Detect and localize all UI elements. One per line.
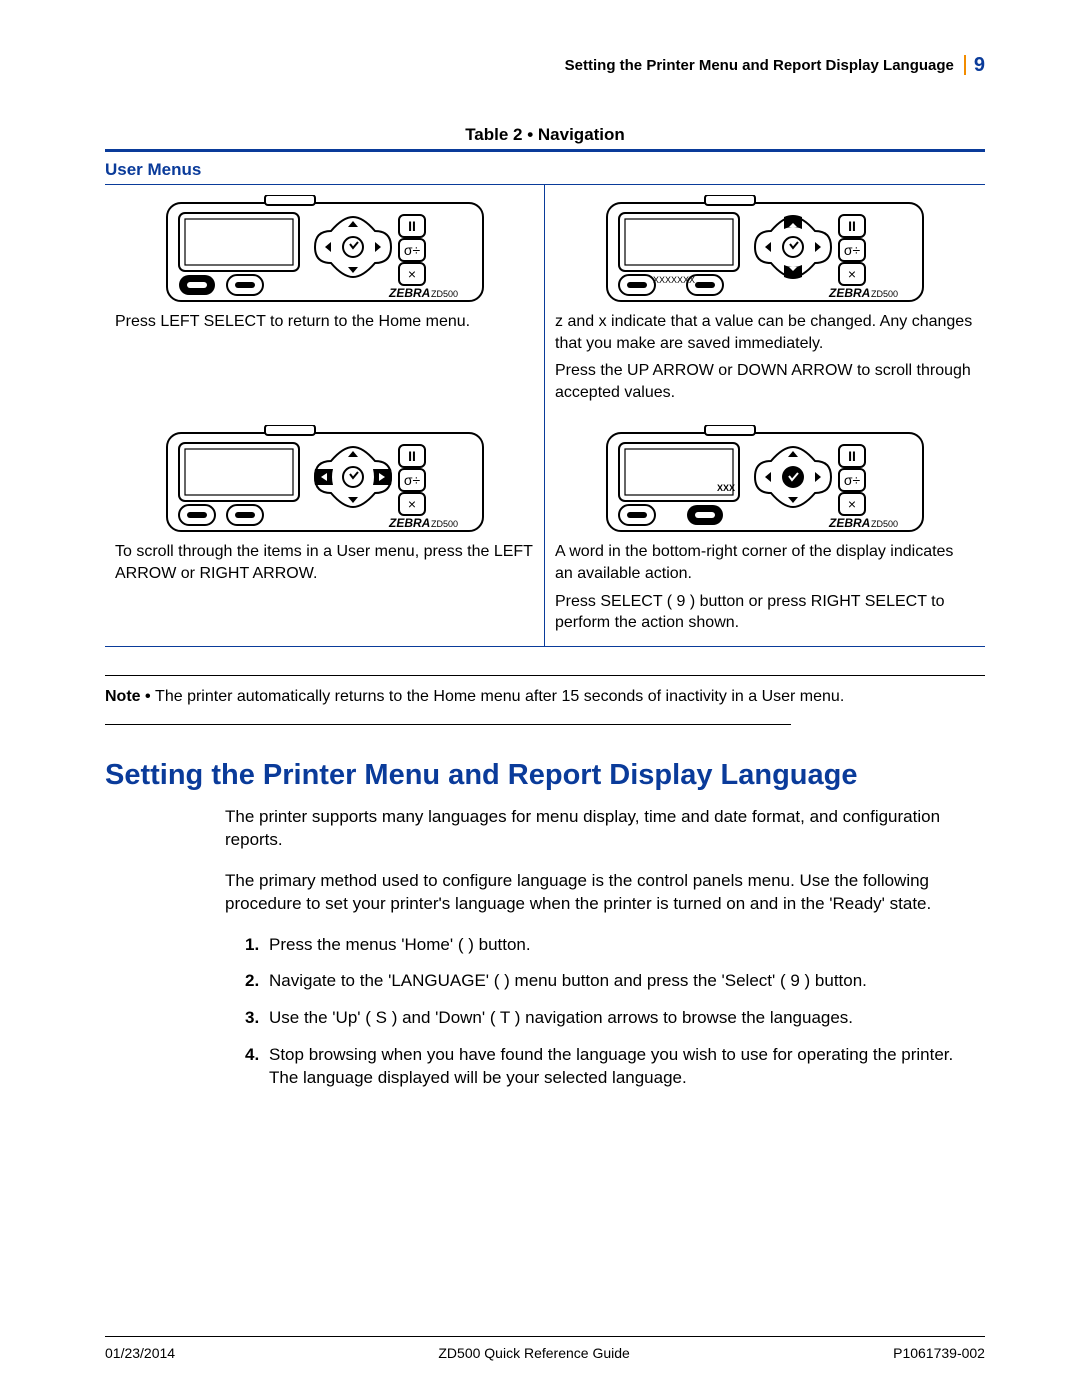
note-rule-bottom xyxy=(105,724,791,725)
step-num-3: 3. xyxy=(245,1007,269,1030)
footer: 01/23/2014 ZD500 Quick Reference Guide P… xyxy=(105,1345,985,1361)
steps-list: 1. Press the menus 'Home' ( ) button. 2.… xyxy=(105,934,985,1091)
screen-label-xxx: XXX xyxy=(717,483,735,493)
nav-cell-b2: XXX II σ÷ × xyxy=(545,415,985,645)
svg-text:ZEBRA: ZEBRA xyxy=(388,516,430,530)
svg-text:×: × xyxy=(407,266,415,282)
printer-panel-b2: XXX II σ÷ × xyxy=(605,425,925,535)
page: Setting the Printer Menu and Report Disp… xyxy=(0,0,1080,1397)
nav-caption-a2-p1: z and x indicate that a value can be cha… xyxy=(555,311,975,354)
nav-caption-a1: Press LEFT SELECT to return to the Home … xyxy=(115,311,534,333)
step-3: 3. Use the 'Up' ( S ) and 'Down' ( T ) n… xyxy=(245,1007,965,1030)
note-text: Note • The printer automatically returns… xyxy=(105,688,985,706)
step-4: 4. Stop browsing when you have found the… xyxy=(245,1044,965,1090)
svg-text:σ÷: σ÷ xyxy=(844,472,861,488)
svg-text:σ÷: σ÷ xyxy=(844,242,861,258)
step-text-2: Navigate to the 'LANGUAGE' ( ) menu butt… xyxy=(269,970,965,993)
note-prefix: Note • xyxy=(105,688,155,705)
svg-text:ZEBRA: ZEBRA xyxy=(828,286,870,300)
svg-text:II: II xyxy=(848,448,856,464)
nav-cell-b1: II σ÷ × ZEBRA ZD500 To scroll through th… xyxy=(105,415,545,645)
nav-grid: II σ÷ × ZEBRA ZD500 Press LEFT SELECT to… xyxy=(105,185,985,647)
svg-text:σ÷: σ÷ xyxy=(403,242,420,258)
step-num-2: 2. xyxy=(245,970,269,993)
step-2: 2. Navigate to the 'LANGUAGE' ( ) menu b… xyxy=(245,970,965,993)
nav-caption-b2-p1: A word in the bottom-right corner of the… xyxy=(555,541,975,584)
svg-text:ZD500: ZD500 xyxy=(871,289,898,299)
svg-text:×: × xyxy=(848,496,856,512)
nav-caption-a2-p2: Press the UP ARROW or DOWN ARROW to scro… xyxy=(555,360,975,403)
svg-text:II: II xyxy=(408,448,416,464)
nav-caption-b1: To scroll through the items in a User me… xyxy=(115,541,534,584)
svg-text:ZD500: ZD500 xyxy=(431,519,458,529)
table-top-rule xyxy=(105,149,985,152)
page-number: 9 xyxy=(964,55,985,75)
printer-panel-b1: II σ÷ × ZEBRA ZD500 xyxy=(165,425,485,535)
svg-text:ZEBRA: ZEBRA xyxy=(828,516,870,530)
footer-rule xyxy=(105,1336,985,1337)
user-menus-label: User Menus xyxy=(105,160,985,180)
step-text-1: Press the menus 'Home' ( ) button. xyxy=(269,934,965,957)
header-title: Setting the Printer Menu and Report Disp… xyxy=(565,57,954,74)
svg-text:II: II xyxy=(408,218,416,234)
note-body: The printer automatically returns to the… xyxy=(155,688,844,705)
nav-cell-a2: XXXXXXX II σ÷ xyxy=(545,185,985,415)
nav-caption-b2-p2: Press SELECT ( 9 ) button or press RIGHT… xyxy=(555,591,975,634)
table-title: Table 2 • Navigation xyxy=(105,125,985,145)
note-rule-top xyxy=(105,675,985,676)
header-line: Setting the Printer Menu and Report Disp… xyxy=(105,55,985,75)
section-p1: The printer supports many languages for … xyxy=(105,806,985,852)
svg-text:ZEBRA: ZEBRA xyxy=(388,286,430,300)
nav-cell-a1: II σ÷ × ZEBRA ZD500 Press LEFT SELECT to… xyxy=(105,185,545,415)
step-num-4: 4. xyxy=(245,1044,269,1090)
svg-text:×: × xyxy=(848,266,856,282)
printer-panel-a1: II σ÷ × ZEBRA ZD500 xyxy=(165,195,485,305)
footer-doc: ZD500 Quick Reference Guide xyxy=(438,1345,629,1361)
svg-text:II: II xyxy=(848,218,856,234)
step-text-3: Use the 'Up' ( S ) and 'Down' ( T ) navi… xyxy=(269,1007,965,1030)
svg-text:ZD500: ZD500 xyxy=(871,519,898,529)
step-text-4: Stop browsing when you have found the la… xyxy=(269,1044,965,1090)
footer-date: 01/23/2014 xyxy=(105,1345,175,1361)
section-p2: The primary method used to configure lan… xyxy=(105,870,985,916)
svg-text:σ÷: σ÷ xyxy=(403,472,420,488)
section-heading: Setting the Printer Menu and Report Disp… xyxy=(105,759,985,792)
printer-panel-a2: XXXXXXX II σ÷ xyxy=(605,195,925,305)
step-1: 1. Press the menus 'Home' ( ) button. xyxy=(245,934,965,957)
footer-part: P1061739-002 xyxy=(893,1345,985,1361)
step-num-1: 1. xyxy=(245,934,269,957)
svg-text:×: × xyxy=(407,496,415,512)
svg-text:ZD500: ZD500 xyxy=(431,289,458,299)
